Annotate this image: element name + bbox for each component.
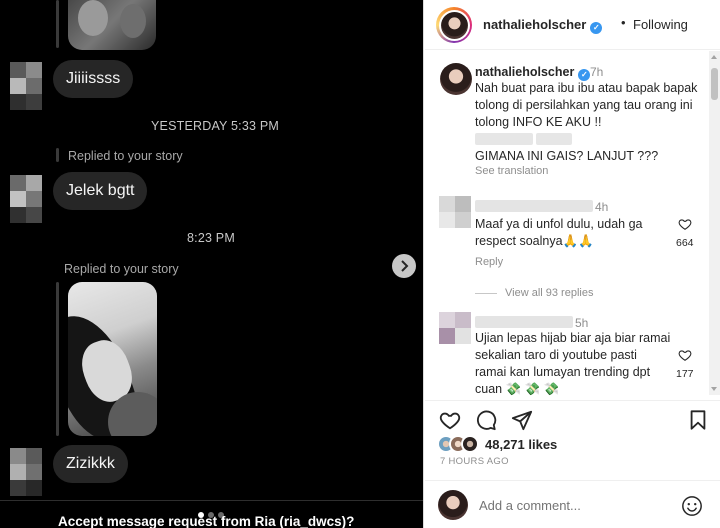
commenter-avatar-pixelated[interactable] — [439, 196, 471, 228]
likes-summary[interactable]: 48,271 likes — [437, 434, 557, 454]
commenter-avatar-pixelated[interactable] — [439, 312, 471, 344]
heart-icon[interactable] — [678, 348, 692, 362]
caption-text: Nah buat para ibu ibu atau bapak bapak t… — [475, 80, 701, 165]
chevron-right-icon — [401, 260, 409, 272]
scrollbar-thumb[interactable] — [711, 68, 718, 100]
comment-text: Ujian lepas hijab biar aja biar ramai se… — [475, 331, 671, 396]
redacted-line — [475, 131, 701, 148]
post-header: nathalieholscher ✓ • Following — [425, 0, 720, 50]
message-bubble: Jelek bgtt — [53, 172, 148, 210]
carousel-next-button[interactable] — [392, 254, 416, 278]
replied-to-story-label: Replied to your story — [64, 262, 179, 276]
post-time-ago: 7 HOURS AGO — [440, 456, 509, 467]
scroll-up-arrow[interactable] — [711, 55, 717, 59]
dm-timestamp: YESTERDAY 5:33 PM — [151, 119, 279, 133]
caption-username[interactable]: nathalieholscher ✓ — [475, 65, 591, 81]
replied-to-story-label: Replied to your story — [68, 149, 183, 163]
verified-badge-icon: ✓ — [590, 22, 603, 34]
sender-avatar-pixelated — [10, 62, 42, 110]
view-replies-button[interactable]: View all 93 replies — [475, 287, 593, 299]
comment-text: Maaf ya di unfol dulu, udah ga respect s… — [475, 217, 643, 248]
separator-dot: • — [621, 15, 626, 30]
divider — [0, 500, 423, 501]
divider — [475, 292, 497, 294]
liker-avatar — [461, 435, 479, 453]
add-comment-row — [425, 480, 720, 528]
post-actions-bar — [425, 400, 720, 434]
likes-count: 48,271 likes — [485, 436, 558, 452]
commenter-username-redacted[interactable] — [475, 316, 573, 328]
story-reply-photo — [68, 282, 157, 436]
commenter-username-redacted[interactable] — [475, 200, 593, 212]
see-translation-link[interactable]: See translation — [475, 165, 548, 177]
dm-timestamp: 8:23 PM — [187, 231, 235, 245]
reply-indicator-bar — [56, 148, 59, 162]
following-button[interactable]: Following — [633, 17, 688, 32]
comment-like-count: 177 — [676, 368, 694, 380]
caption-line: Nah buat para ibu ibu atau bapak bapak t… — [475, 81, 698, 129]
comments-scrollbar[interactable] — [709, 51, 720, 395]
comment-time: 4h — [595, 200, 609, 214]
bookmark-icon[interactable] — [687, 409, 709, 431]
post-media-dm-screenshot: Jiiiissss YESTERDAY 5:33 PM Replied to y… — [0, 0, 424, 528]
avatar — [440, 11, 468, 39]
reply-indicator-bar — [56, 282, 59, 436]
emoji-icon[interactable] — [681, 495, 703, 517]
message-bubble: Jiiiissss — [53, 60, 134, 98]
caption-avatar[interactable] — [440, 63, 472, 95]
reply-indicator-bar — [56, 0, 59, 48]
accept-request-prompt: Accept message request from Ria (ria_dwc… — [58, 514, 355, 528]
reply-button[interactable]: Reply — [475, 256, 503, 268]
view-replies-label: View all 93 replies — [505, 287, 594, 299]
add-comment-input[interactable] — [479, 498, 659, 513]
post-side-panel: nathalieholscher ✓ • Following nathalieho… — [425, 0, 720, 528]
sender-avatar-pixelated — [10, 175, 42, 223]
heart-icon[interactable] — [439, 409, 461, 431]
caption-time: 7h — [590, 65, 604, 79]
username-text: nathalieholscher — [475, 65, 575, 79]
sender-avatar-pixelated — [10, 448, 42, 496]
comment-icon[interactable] — [475, 409, 497, 431]
heart-icon[interactable] — [678, 217, 692, 231]
current-user-avatar — [438, 490, 468, 520]
username-text: nathalieholscher — [483, 17, 587, 32]
story-thumbnail-top — [68, 0, 156, 50]
comment-like-count: 664 — [676, 237, 694, 249]
message-bubble: Zizikkk — [53, 445, 128, 483]
scroll-down-arrow[interactable] — [711, 387, 717, 391]
caption-line: GIMANA INI GAIS? LANJUT ??? — [475, 149, 659, 163]
comment-time: 5h — [575, 316, 589, 330]
share-icon[interactable] — [511, 409, 533, 431]
header-username[interactable]: nathalieholscher ✓ — [483, 17, 603, 34]
story-ring[interactable] — [436, 7, 472, 43]
